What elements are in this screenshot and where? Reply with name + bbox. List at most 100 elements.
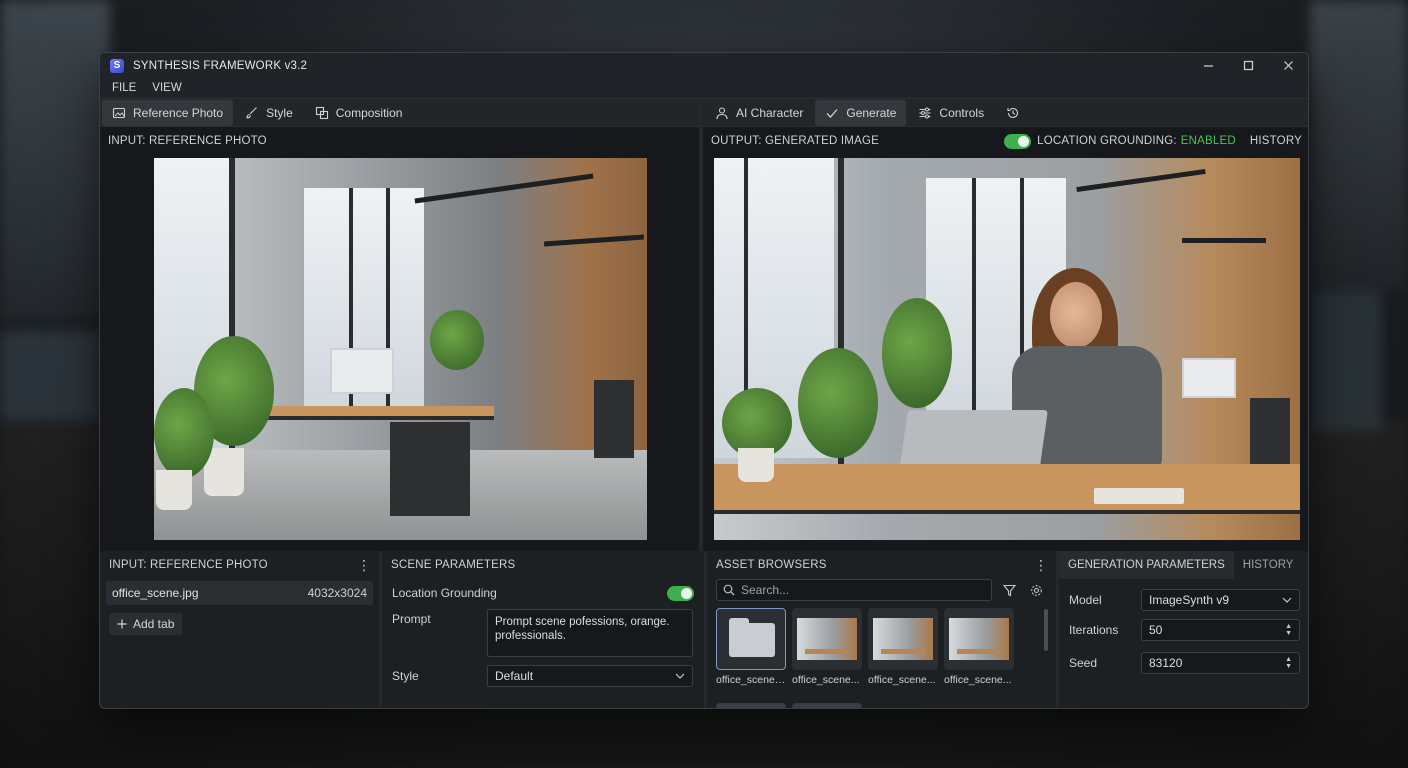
tab-style[interactable]: Style (235, 100, 303, 126)
search-input[interactable]: Search... (716, 579, 992, 601)
tab-label: Generate (846, 105, 897, 120)
tab-history[interactable]: HISTORY (1234, 551, 1303, 579)
generation-tabs: GENERATION PARAMETERS HISTORY (1059, 551, 1308, 579)
model-row: Model ImageSynth v9 (1059, 585, 1308, 615)
asset-label: office_scene.... (716, 674, 786, 686)
file-name: office_scene.jpg (112, 586, 199, 600)
plant-pot (156, 470, 192, 510)
input-header: INPUT: REFERENCE PHOTO (108, 135, 267, 147)
panel-title: SCENE PARAMETERS (391, 559, 516, 571)
tab-reference-photo[interactable]: Reference Photo (102, 99, 234, 126)
panel-title-label: INPUT: REFERENCE PHOTO (109, 559, 268, 571)
seed-row: Seed 83120 ▲ ▼ (1059, 645, 1308, 681)
seed-value: 83120 (1149, 656, 1183, 670)
ceiling-light (543, 234, 645, 247)
asset-item-partial[interactable] (716, 703, 786, 708)
location-grounding-status: LOCATION GROUNDING: ENABLED HISTORY (1004, 133, 1302, 149)
title-bar: S SYNTHESIS FRAMEWORK v3.2 (100, 53, 1308, 78)
tab-label: Controls (939, 105, 985, 120)
history-link[interactable]: HISTORY (1250, 135, 1302, 147)
asset-item-partial[interactable] (792, 703, 862, 708)
tab-ai-character[interactable]: AI Character (705, 100, 813, 126)
reference-photo[interactable] (154, 158, 647, 540)
asset-label: office_scene... (944, 674, 1012, 686)
tab-history[interactable] (996, 100, 1030, 126)
asset-item[interactable]: office_scene... (792, 608, 862, 686)
asset-item[interactable]: office_scene... (944, 608, 1014, 686)
office-chair (594, 380, 634, 458)
plant (882, 298, 952, 408)
close-icon (1283, 61, 1293, 70)
thumbnail-image (873, 618, 933, 660)
bottom-panels: INPUT: REFERENCE PHOTO ⋮ office_scene.jp… (100, 551, 1308, 708)
output-header-label: OUTPUT: GENERATED IMAGE (711, 135, 879, 147)
plant (430, 310, 484, 370)
style-value: Default (495, 669, 534, 683)
model-select[interactable]: ImageSynth v9 (1141, 589, 1300, 611)
background-monitor-left (0, 330, 100, 420)
location-grounding-row: Location Grounding (382, 579, 704, 607)
tab-label: Reference Photo (133, 105, 224, 120)
file-row[interactable]: office_scene.jpg 4032x3024 (106, 581, 373, 605)
output-pane: AI Character Generate Controls OUTPUT: G… (703, 99, 1308, 551)
prompt-textarea[interactable]: Prompt scene pofessions, orange. profess… (487, 609, 693, 657)
grounding-toggle[interactable] (1004, 133, 1032, 149)
asset-item[interactable]: office_scene... (868, 608, 938, 686)
asset-grid-next-row (716, 703, 862, 708)
iterations-stepper[interactable]: 50 ▲ ▼ (1141, 619, 1300, 641)
background-monitor (1182, 358, 1236, 398)
asset-label: office_scene... (868, 674, 936, 686)
output-header: OUTPUT: GENERATED IMAGE LOCATION GROUNDI… (703, 127, 1308, 155)
add-tab-button[interactable]: Add tab (109, 613, 182, 635)
location-grounding-label: Location Grounding (392, 586, 497, 600)
style-select[interactable]: Default (487, 665, 693, 687)
add-tab-label: Add tab (133, 617, 175, 631)
scrollbar[interactable] (1044, 609, 1048, 651)
asset-folder[interactable]: office_scene.... (716, 608, 786, 686)
scene-parameters-panel: SCENE PARAMETERS Location Grounding Prom… (382, 551, 707, 708)
settings-button[interactable] (1025, 579, 1047, 601)
prompt-label: Prompt (392, 612, 431, 626)
sliders-icon (919, 107, 931, 118)
tab-generate[interactable]: Generate (815, 99, 907, 126)
file-dimensions: 4032x3024 (307, 586, 367, 600)
prompt-row: Prompt Prompt scene pofessions, orange. … (382, 607, 704, 661)
window-controls (1188, 53, 1308, 78)
panel-title-label: ASSET BROWSERS (716, 559, 827, 571)
filter-icon (1002, 584, 1016, 596)
menu-file[interactable]: FILE (112, 82, 136, 94)
ceiling-light (1076, 168, 1206, 193)
asset-label: office_scene... (792, 674, 860, 686)
more-options-icon[interactable]: ⋮ (357, 557, 371, 574)
spinner-arrows-icon[interactable]: ▲ ▼ (1285, 623, 1292, 637)
thumbnail (868, 608, 938, 670)
reference-pane: Reference Photo Style Composition INPUT:… (100, 99, 703, 551)
tab-generation-parameters[interactable]: GENERATION PARAMETERS (1059, 551, 1234, 579)
background-monitor-right (1312, 290, 1382, 430)
filter-button[interactable] (998, 579, 1020, 601)
tab-label: AI Character (736, 105, 804, 120)
ceiling-light (414, 173, 594, 204)
close-button[interactable] (1268, 53, 1308, 78)
seed-stepper[interactable]: 83120 ▲ ▼ (1141, 652, 1300, 674)
plus-icon (117, 619, 127, 629)
generated-image[interactable] (714, 158, 1300, 540)
desk (714, 464, 1300, 514)
minimize-button[interactable] (1188, 53, 1228, 78)
spinner-arrows-icon[interactable]: ▲ ▼ (1285, 656, 1292, 670)
gear-icon (1030, 584, 1042, 596)
app-title: SYNTHESIS FRAMEWORK v3.2 (133, 59, 308, 72)
asset-browser-panel: ASSET BROWSERS ⋮ Search... office_scene.… (707, 551, 1059, 708)
more-options-icon[interactable]: ⋮ (1034, 557, 1048, 574)
maximize-icon (1243, 60, 1253, 71)
folder-icon (729, 618, 775, 657)
tab-composition[interactable]: Composition (305, 100, 413, 126)
history-icon (1007, 107, 1019, 118)
reference-input-panel: INPUT: REFERENCE PHOTO ⋮ office_scene.jp… (100, 551, 382, 708)
maximize-button[interactable] (1228, 53, 1268, 78)
menu-view[interactable]: VIEW (152, 82, 181, 94)
plant (154, 388, 214, 478)
model-label: Model (1069, 593, 1102, 607)
location-grounding-toggle[interactable] (667, 585, 694, 601)
tab-controls[interactable]: Controls (908, 100, 994, 126)
